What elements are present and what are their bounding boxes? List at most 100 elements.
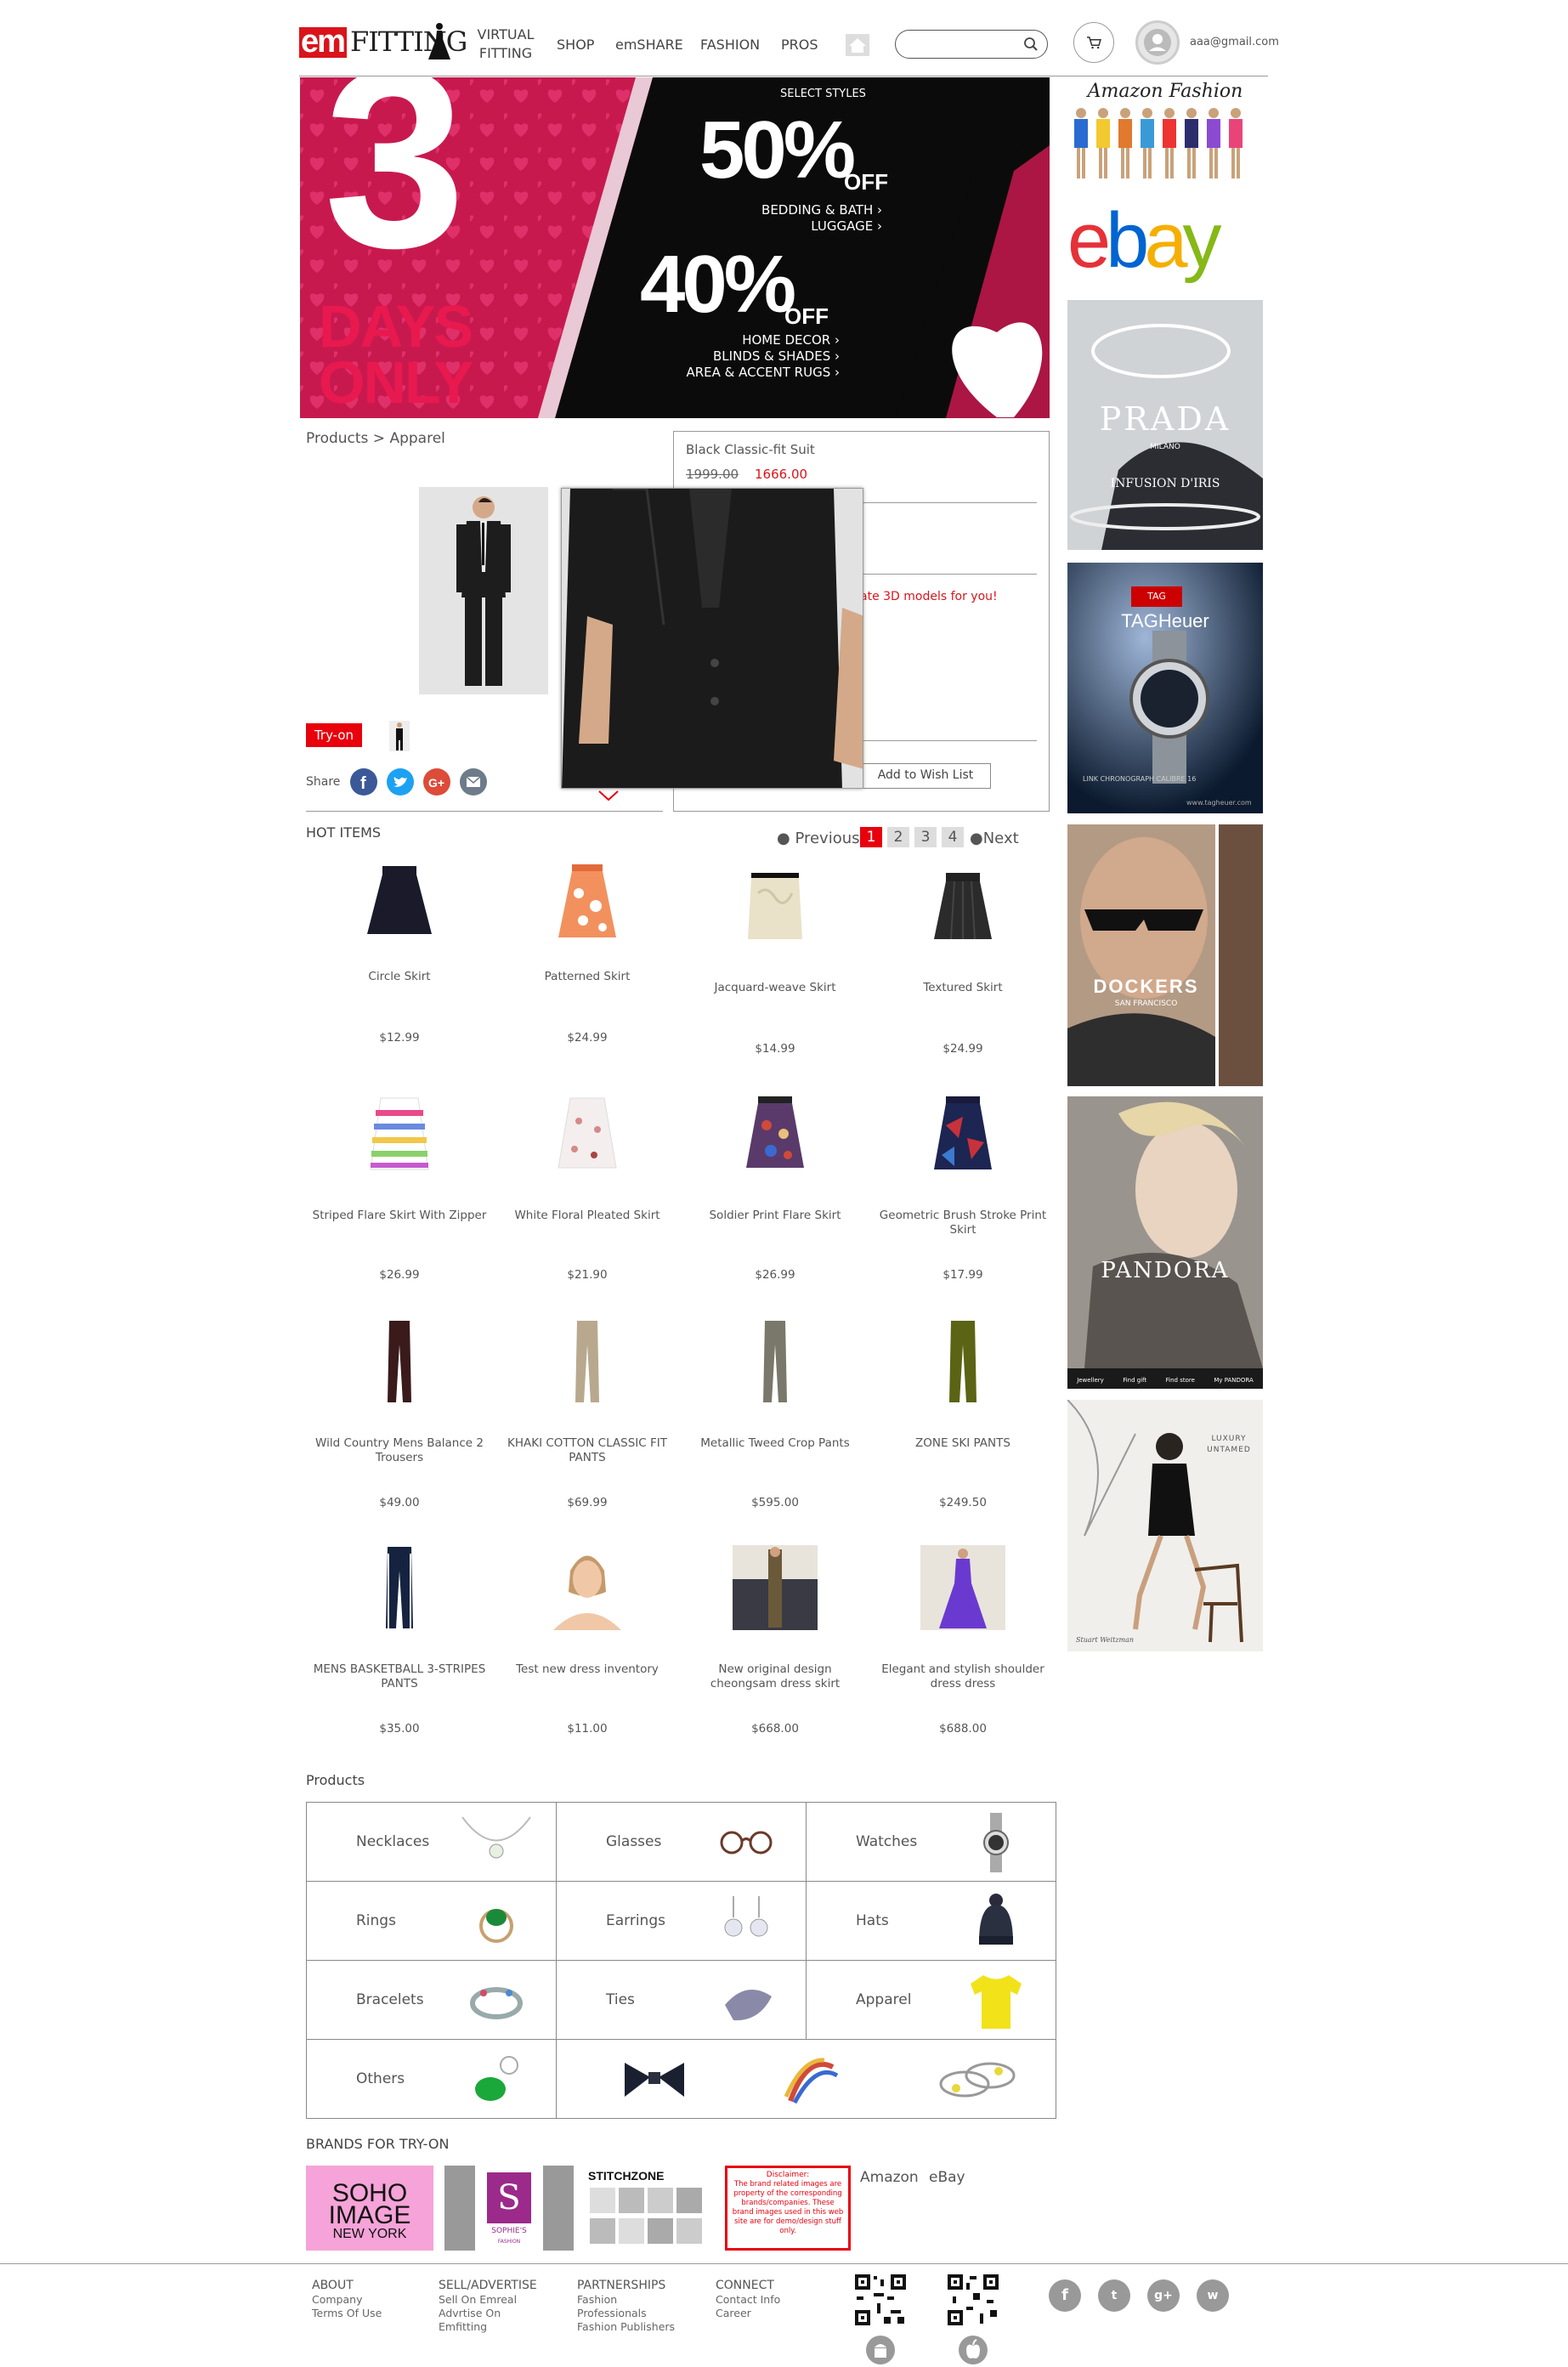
brand-soho-image[interactable]: SOHO IMAGE NEW YORK (306, 2166, 433, 2251)
hot-item-card[interactable]: Test new dress inventory $11.00 (498, 1545, 676, 1749)
category-earrings[interactable]: Earrings (557, 1882, 807, 1961)
footer-link[interactable]: Contact Info (716, 2293, 780, 2307)
footer-link[interactable]: Sell On Emreal (439, 2293, 537, 2307)
category-label: Ties (606, 1991, 635, 2008)
hot-item-card[interactable]: MENS BASKETBALL 3-STRIPES PANTS $35.00 (310, 1545, 489, 1749)
user-icon (1144, 29, 1171, 56)
item-name: Soldier Print Flare Skirt (709, 1209, 841, 1222)
search-input[interactable] (906, 31, 1016, 56)
category-bracelets[interactable]: Bracelets (307, 1961, 557, 2040)
hot-item-card[interactable]: White Floral Pleated Skirt $21.90 (498, 1091, 676, 1295)
product-thumbnail[interactable] (389, 721, 410, 751)
cart-button[interactable] (1073, 22, 1114, 63)
facebook-icon[interactable]: f (1049, 2279, 1081, 2312)
pandora-menu-item: Jewellery (1077, 1377, 1104, 1384)
emfitting-logo[interactable]: em FITTING (299, 22, 467, 61)
key-rings-icon (939, 2062, 1016, 2098)
user-email[interactable]: aaa@gmail.com (1190, 36, 1279, 48)
hot-item-card[interactable]: Metallic Tweed Crop Pants $595.00 (686, 1319, 864, 1523)
search-icon[interactable] (1023, 37, 1039, 52)
footer-link[interactable]: Advrtise On (439, 2307, 537, 2320)
ios-qr-code[interactable] (946, 2273, 1000, 2327)
google-plus-share-icon[interactable]: G+ (423, 768, 450, 796)
ad-pandora[interactable]: PANDORA Jewellery Find gift Find store M… (1067, 1096, 1263, 1389)
footer-link[interactable]: Career (716, 2307, 780, 2320)
email-share-icon[interactable] (460, 768, 487, 796)
hot-item-card[interactable]: KHAKI COTTON CLASSIC FIT PANTS $69.99 (498, 1319, 676, 1523)
hot-item-card[interactable]: Patterned Skirt $24.99 (498, 859, 676, 1055)
nav-emshare[interactable]: emSHARE (615, 37, 683, 53)
nav-pros[interactable]: PROS (781, 37, 818, 53)
hot-item-card[interactable]: Geometric Brush Stroke Print Skirt $17.9… (874, 1091, 1052, 1295)
try-on-button[interactable]: Try-on (306, 723, 362, 747)
category-hats[interactable]: Hats (807, 1882, 1056, 1961)
ad-ebay[interactable]: ebay (1067, 194, 1263, 287)
hot-item-card[interactable]: Soldier Print Flare Skirt $26.99 (686, 1091, 864, 1295)
previous-page-link[interactable]: ● Previous (777, 830, 860, 847)
hot-item-card[interactable]: ZONE SKI PANTS $249.50 (874, 1319, 1052, 1523)
footer-link[interactable]: Fashion (577, 2293, 675, 2307)
ad-dockers-sub: SAN FRANCISCO (1114, 999, 1178, 1008)
hot-item-card[interactable]: New original design cheongsam dress skir… (686, 1545, 864, 1749)
product-main-image[interactable] (419, 487, 548, 694)
chevron-down-icon[interactable] (597, 789, 620, 802)
hot-item-card[interactable]: Wild Country Mens Balance 2 Trousers $49… (310, 1319, 489, 1523)
stitchzone-image (590, 2188, 702, 2244)
cart-icon (1087, 37, 1101, 49)
home-icon[interactable] (846, 34, 869, 56)
ad-prada[interactable]: PRADA MILANO INFUSION D'IRIS (1067, 300, 1263, 550)
amazon-brand-link[interactable]: Amazon (860, 2169, 919, 2186)
twitter-icon[interactable]: t (1098, 2279, 1130, 2312)
footer-partnerships: PARTNERSHIPS Fashion Professionals Fashi… (577, 2278, 675, 2334)
brand-stitchzone[interactable]: STITCHZONE (586, 2166, 708, 2251)
hot-item-card[interactable]: Elegant and stylish shoulder dress dress… (874, 1545, 1052, 1749)
ad-dockers[interactable]: DOCKERS SAN FRANCISCO (1067, 824, 1263, 1086)
hot-item-card[interactable]: Jacquard-weave Skirt $14.99 (686, 859, 864, 1063)
footer-sell-title: SELL/ADVERTISE (439, 2279, 537, 2292)
wechat-icon[interactable]: w (1197, 2279, 1229, 2312)
twitter-share-icon[interactable] (387, 768, 414, 796)
hot-item-card[interactable]: Circle Skirt $12.99 (310, 859, 489, 1055)
android-icon[interactable] (866, 2336, 895, 2364)
footer-link[interactable]: Professionals (577, 2307, 675, 2320)
footer-link[interactable]: Emfitting (439, 2320, 537, 2334)
ad-amazon-fashion[interactable]: Amazon Fashion (1067, 79, 1263, 190)
footer-link[interactable]: Fashion Publishers (577, 2320, 675, 2334)
breadcrumb[interactable]: Products > Apparel (306, 430, 445, 447)
category-others-items[interactable] (557, 2040, 1056, 2119)
tie-icon (725, 1990, 772, 2021)
item-price: $14.99 (755, 1042, 795, 1056)
category-glasses[interactable]: Glasses (557, 1803, 807, 1882)
nav-fashion[interactable]: FASHION (700, 37, 760, 53)
footer-link[interactable]: Company (312, 2293, 382, 2307)
search-box[interactable] (895, 30, 1048, 59)
user-avatar[interactable] (1135, 20, 1180, 65)
ad-luxury[interactable]: LUXURY UNTAMED Stuart Weitzman (1067, 1400, 1263, 1651)
apple-icon[interactable] (959, 2336, 988, 2364)
category-watches[interactable]: Watches (807, 1803, 1056, 1882)
hot-item-card[interactable]: Striped Flare Skirt With Zipper $26.99 (310, 1091, 489, 1295)
google-plus-icon[interactable]: g+ (1147, 2279, 1180, 2312)
android-qr-code[interactable] (853, 2273, 908, 2327)
page-2-button[interactable]: 2 (887, 827, 909, 847)
hot-item-card[interactable]: Textured Skirt $24.99 (874, 859, 1052, 1063)
next-page-link[interactable]: ●Next (970, 830, 1019, 847)
page-4-button[interactable]: 4 (942, 827, 964, 847)
promo-banner[interactable]: 3 DAYS ONLY SELECT STYLES 50% OFF BEDDIN… (300, 77, 1050, 418)
nav-shop[interactable]: SHOP (557, 37, 594, 53)
brand-sophies[interactable]: S SOPHIE'S FASHION (444, 2166, 574, 2251)
category-apparel[interactable]: Apparel (807, 1961, 1056, 2040)
nav-virtual-fitting[interactable]: VIRTUAL FITTING (473, 25, 539, 63)
ad-tag-heuer[interactable]: TAG TAGHeuer LINK CHRONOGRAPH CALIBRE 16… (1067, 563, 1263, 813)
add-to-wish-list-button[interactable]: Add to Wish List (860, 763, 991, 789)
footer-link[interactable]: Terms Of Use (312, 2307, 382, 2320)
category-others[interactable]: Others (307, 2040, 557, 2119)
bow-tie-icon (625, 2063, 684, 2097)
category-necklaces[interactable]: Necklaces (307, 1803, 557, 1882)
page-1-button[interactable]: 1 (860, 827, 882, 847)
facebook-share-icon[interactable]: f (350, 768, 377, 796)
page-3-button[interactable]: 3 (914, 827, 937, 847)
ebay-brand-link[interactable]: eBay (929, 2169, 965, 2186)
category-ties[interactable]: Ties (557, 1961, 807, 2040)
category-rings[interactable]: Rings (307, 1882, 557, 1961)
